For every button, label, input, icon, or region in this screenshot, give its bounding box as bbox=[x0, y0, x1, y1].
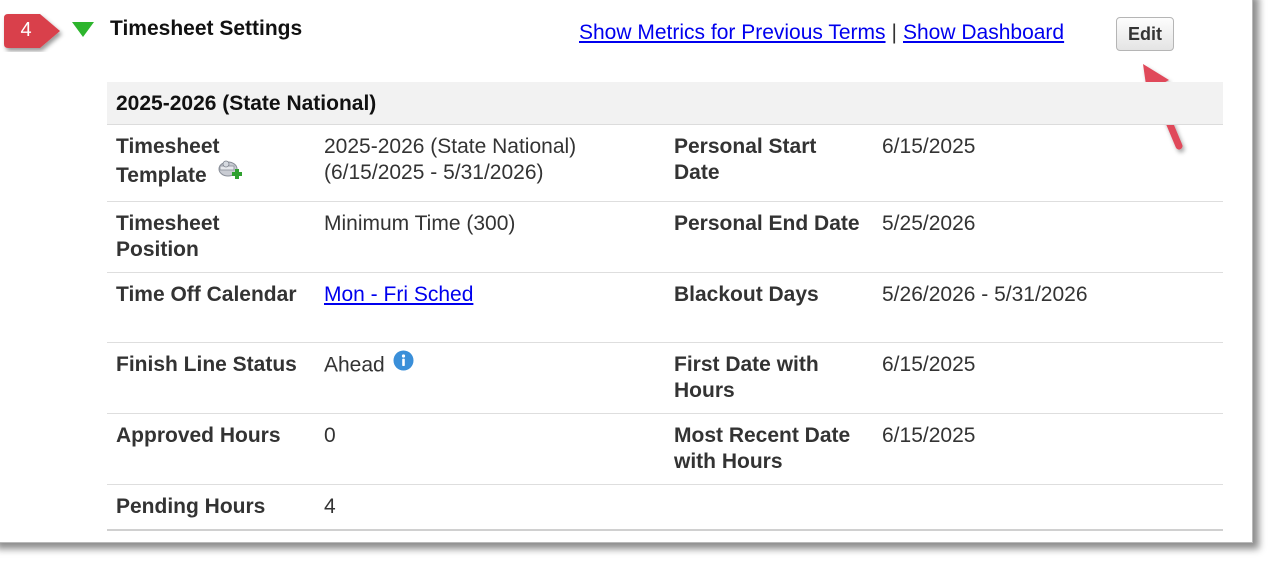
label-personal-start-date: Personal Start Date bbox=[674, 135, 817, 184]
value-blackout-days: 5/26/2026 - 5/31/2026 bbox=[882, 283, 1088, 306]
value-personal-end-date: 5/25/2026 bbox=[882, 212, 976, 235]
table-row: Finish Line Status Ahead First Date with… bbox=[107, 343, 1223, 414]
template-add-icon[interactable] bbox=[217, 157, 243, 190]
step-number: 4 bbox=[20, 19, 32, 41]
value-time-off-calendar: Mon - Fri Sched bbox=[324, 282, 664, 308]
edit-button[interactable]: Edit bbox=[1116, 17, 1174, 51]
table-row: Timesheet Template 2025-2026 (State Nati… bbox=[107, 125, 1223, 202]
value-timesheet-template: 2025-2026 (State National) (6/15/2025 - … bbox=[324, 135, 577, 184]
value-timesheet-position: Minimum Time (300) bbox=[324, 212, 516, 235]
header-links: Show Metrics for Previous Terms | Show Das… bbox=[579, 21, 1064, 45]
label-time-off-calendar: Time Off Calendar bbox=[116, 283, 297, 306]
value-personal-start-date: 6/15/2025 bbox=[882, 135, 976, 158]
value-pending-hours: 4 bbox=[324, 495, 336, 518]
table-row: Pending Hours 4 bbox=[107, 485, 1223, 531]
panel-header: 2025-2026 (State National) bbox=[107, 82, 1223, 125]
value-most-recent-date-with-hours: 6/15/2025 bbox=[882, 424, 976, 447]
label-pending-hours: Pending Hours bbox=[116, 495, 266, 518]
time-off-calendar-link[interactable]: Mon - Fri Sched bbox=[324, 283, 473, 306]
finish-line-status-text: Ahead bbox=[324, 353, 385, 377]
label-timesheet-template: Timesheet Template bbox=[116, 134, 306, 193]
table-row: Timesheet Position Minimum Time (300) Pe… bbox=[107, 202, 1223, 273]
label-finish-line-status: Finish Line Status bbox=[116, 353, 297, 376]
label-blackout-days: Blackout Days bbox=[674, 283, 819, 306]
label-most-recent-date-with-hours: Most Recent Date with Hours bbox=[674, 424, 851, 473]
info-icon[interactable] bbox=[393, 350, 414, 378]
value-first-date-with-hours: 6/15/2025 bbox=[882, 353, 976, 376]
label-timesheet-position: Timesheet Position bbox=[116, 212, 220, 261]
table-row: Time Off Calendar Mon - Fri Sched Blacko… bbox=[107, 273, 1223, 343]
label-first-date-with-hours: First Date with Hours bbox=[674, 353, 819, 402]
step-badge: 4 bbox=[0, 10, 66, 52]
section-title: Timesheet Settings bbox=[110, 17, 303, 40]
label-personal-end-date: Personal End Date bbox=[674, 212, 860, 235]
link-separator: | bbox=[891, 21, 897, 44]
show-previous-terms-link[interactable]: Show Metrics for Previous Terms bbox=[579, 21, 886, 44]
settings-panel: 2025-2026 (State National) Timesheet Tem… bbox=[107, 82, 1223, 531]
triangle-down-icon[interactable] bbox=[72, 22, 94, 43]
value-approved-hours: 0 bbox=[324, 424, 336, 447]
label-approved-hours: Approved Hours bbox=[116, 424, 281, 447]
table-row: Approved Hours 0 Most Recent Date with H… bbox=[107, 414, 1223, 485]
value-finish-line-status: Ahead bbox=[324, 350, 664, 380]
show-dashboard-link[interactable]: Show Dashboard bbox=[903, 21, 1064, 44]
label-text: Timesheet Template bbox=[116, 135, 220, 188]
